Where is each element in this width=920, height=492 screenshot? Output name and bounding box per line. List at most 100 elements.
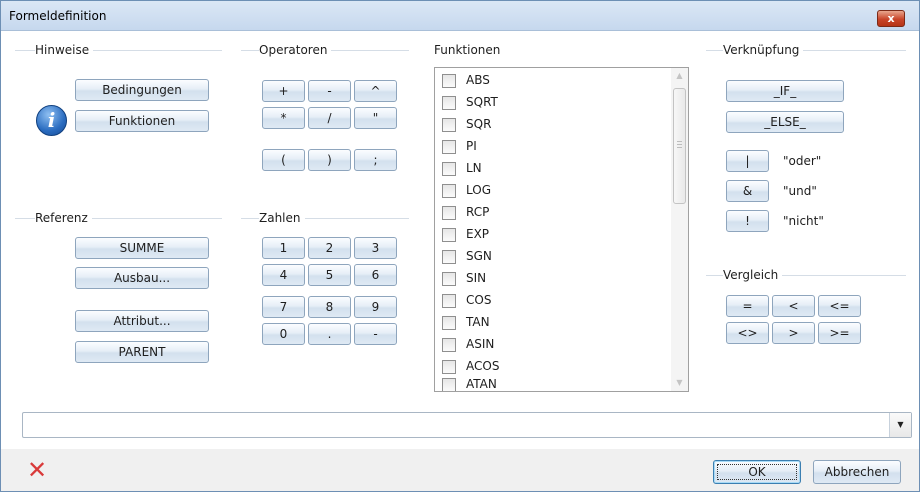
list-item[interactable]: SQRT [435, 92, 671, 114]
or-button[interactable]: | [726, 150, 769, 172]
function-label: ASIN [466, 337, 495, 351]
function-label: SQR [466, 117, 492, 131]
list-item[interactable]: LN [435, 158, 671, 180]
function-label: PI [466, 139, 477, 153]
checkbox[interactable] [442, 140, 456, 154]
operator-minus-button[interactable]: - [308, 80, 351, 102]
checkbox[interactable] [442, 250, 456, 264]
checkbox[interactable] [442, 360, 456, 374]
number-4-button[interactable]: 4 [262, 264, 305, 286]
list-item[interactable]: ASIN [435, 334, 671, 356]
checkbox[interactable] [442, 74, 456, 88]
chevron-down-icon[interactable]: ▼ [889, 413, 911, 437]
and-label: "und" [783, 184, 817, 198]
list-item[interactable]: RCP [435, 202, 671, 224]
ausbau-button[interactable]: Ausbau... [75, 267, 209, 289]
checkbox[interactable] [442, 338, 456, 352]
checkbox[interactable] [442, 228, 456, 242]
operator-plus-button[interactable]: + [262, 80, 305, 102]
operator-power-button[interactable]: ^ [354, 80, 397, 102]
checkbox[interactable] [442, 206, 456, 220]
equal-button[interactable]: = [726, 295, 769, 317]
function-label: ATAN [466, 377, 497, 391]
function-label: TAN [466, 315, 490, 329]
attribut-button[interactable]: Attribut... [75, 310, 209, 332]
checkbox[interactable] [442, 96, 456, 110]
list-item[interactable]: SIN [435, 268, 671, 290]
ok-button[interactable]: OK [713, 460, 801, 484]
scroll-thumb[interactable] [673, 88, 686, 204]
number-3-button[interactable]: 3 [354, 237, 397, 259]
list-item[interactable]: ABS [435, 70, 671, 92]
funktionen-list[interactable]: ABS SQRT SQR PI LN LOG RCP EXP SGN SIN C… [434, 67, 689, 392]
else-button[interactable]: _ELSE_ [726, 111, 844, 133]
operator-quote-button[interactable]: " [354, 107, 397, 129]
checkbox[interactable] [442, 294, 456, 308]
if-button[interactable]: _IF_ [726, 80, 844, 102]
not-button[interactable]: ! [726, 210, 769, 232]
number-1-button[interactable]: 1 [262, 237, 305, 259]
list-item[interactable]: LOG [435, 180, 671, 202]
checkbox[interactable] [442, 162, 456, 176]
list-item[interactable]: EXP [435, 224, 671, 246]
and-button[interactable]: & [726, 180, 769, 202]
operator-paren-open-button[interactable]: ( [262, 149, 305, 171]
checkbox[interactable] [442, 184, 456, 198]
number-0-button[interactable]: 0 [262, 323, 305, 345]
list-item[interactable]: PI [435, 136, 671, 158]
operator-divide-button[interactable]: / [308, 107, 351, 129]
list-item[interactable]: SQR [435, 114, 671, 136]
function-label: ABS [466, 73, 490, 87]
function-label: SGN [466, 249, 492, 263]
checkbox[interactable] [442, 118, 456, 132]
greater-equal-button[interactable]: >= [818, 322, 861, 344]
title-bar: Formeldefinition x [1, 1, 919, 31]
list-item[interactable]: ATAN [435, 374, 671, 391]
scroll-down-icon[interactable]: ▼ [671, 375, 688, 391]
decimal-point-button[interactable]: . [308, 323, 351, 345]
list-item[interactable]: COS [435, 290, 671, 312]
scroll-up-icon[interactable]: ▲ [671, 68, 688, 84]
less-than-button[interactable]: < [772, 295, 815, 317]
function-label: ACOS [466, 359, 500, 373]
number-2-button[interactable]: 2 [308, 237, 351, 259]
group-vergleich-label: Vergleich [723, 268, 783, 282]
number-8-button[interactable]: 8 [308, 296, 351, 318]
number-7-button[interactable]: 7 [262, 296, 305, 318]
operator-semicolon-button[interactable]: ; [354, 149, 397, 171]
checkbox[interactable] [442, 378, 456, 391]
negative-sign-button[interactable]: - [354, 323, 397, 345]
checkbox[interactable] [442, 272, 456, 286]
greater-than-button[interactable]: > [772, 322, 815, 344]
not-equal-button[interactable]: <> [726, 322, 769, 344]
formula-input[interactable]: ▼ [22, 412, 912, 438]
abbrechen-button[interactable]: Abbrechen [813, 460, 901, 484]
list-item[interactable]: SGN [435, 246, 671, 268]
number-5-button[interactable]: 5 [308, 264, 351, 286]
less-equal-button[interactable]: <= [818, 295, 861, 317]
group-operatoren-label: Operatoren [259, 43, 332, 57]
operator-paren-close-button[interactable]: ) [308, 149, 351, 171]
number-9-button[interactable]: 9 [354, 296, 397, 318]
bedingungen-button[interactable]: Bedingungen [75, 79, 209, 101]
function-label: SIN [466, 271, 487, 285]
group-referenz-label: Referenz [35, 211, 92, 225]
delete-icon[interactable]: ✕ [25, 458, 49, 482]
group-zahlen-label: Zahlen [259, 211, 305, 225]
checkbox[interactable] [442, 316, 456, 330]
group-funktionen-label: Funktionen [434, 43, 505, 57]
not-label: "nicht" [783, 214, 824, 228]
close-icon[interactable]: x [877, 10, 905, 27]
vertical-scrollbar[interactable]: ▲ ▼ [671, 68, 688, 391]
number-6-button[interactable]: 6 [354, 264, 397, 286]
grip-line [677, 147, 682, 148]
info-icon: i [36, 105, 67, 136]
formula-dialog: Formeldefinition x Hinweise Operatoren F… [0, 0, 920, 492]
funktionen-button[interactable]: Funktionen [75, 110, 209, 132]
summe-button[interactable]: SUMME [75, 237, 209, 259]
list-item[interactable]: TAN [435, 312, 671, 334]
parent-button[interactable]: PARENT [75, 341, 209, 363]
operator-multiply-button[interactable]: * [262, 107, 305, 129]
group-verknuepfung-label: Verknüpfung [723, 43, 804, 57]
function-label: LOG [466, 183, 492, 197]
